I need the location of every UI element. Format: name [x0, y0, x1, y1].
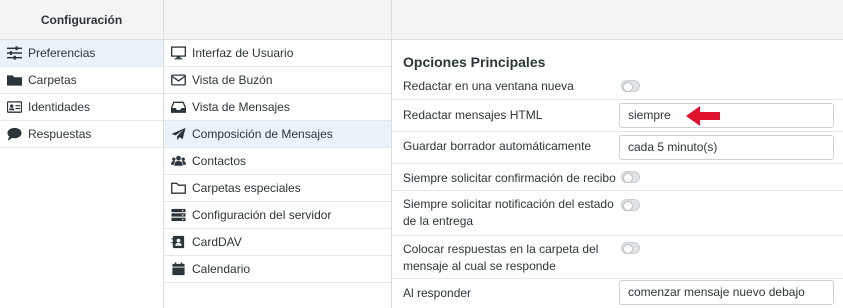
- option-row-reply-mode: Al responder comenzar mensaje nuevo deba…: [392, 279, 843, 308]
- sidebar-item-identidades[interactable]: Identidades: [0, 94, 163, 121]
- option-label: Guardar borrador automáticamente: [403, 139, 592, 153]
- reply-same-folder-toggle[interactable]: [621, 242, 640, 254]
- sidebar-item-label: Identidades: [28, 100, 91, 114]
- option-label: Siempre solicitar notificación del estad…: [403, 197, 614, 228]
- preferences-list: Interfaz de Usuario Vista de Buzón Vista…: [164, 0, 392, 308]
- settings-sidebar: Configuración Preferencias Carpetas Iden…: [0, 0, 164, 308]
- section-item-label: Configuración del servidor: [192, 208, 332, 222]
- option-row-html: Redactar mensajes HTML siempre: [392, 100, 843, 132]
- option-label: Al responder: [403, 286, 472, 300]
- section-item-label: Vista de Mensajes: [192, 100, 290, 114]
- id-card-icon: [6, 100, 22, 114]
- section-item-label: Carpetas especiales: [192, 181, 301, 195]
- red-arrow-pointer: [686, 106, 720, 126]
- dsn-toggle[interactable]: [621, 199, 640, 211]
- users-icon: [170, 154, 186, 168]
- sliders-icon: [6, 46, 22, 60]
- section-item-label: Composición de Mensajes: [192, 127, 333, 141]
- section-item-mensajes[interactable]: Vista de Mensajes: [164, 94, 391, 121]
- section-item-label: CardDAV: [192, 235, 242, 249]
- inbox-icon: [170, 100, 186, 114]
- option-label: Redactar mensajes HTML: [403, 108, 543, 122]
- section-item-buzon[interactable]: Vista de Buzón: [164, 67, 391, 94]
- option-label: Siempre solicitar confirmación de recibo: [403, 171, 616, 185]
- composition-settings-panel: Opciones Principales Redactar en una ven…: [392, 0, 843, 308]
- section-item-label: Contactos: [192, 154, 247, 168]
- section-item-servidor[interactable]: Configuración del servidor: [164, 202, 391, 229]
- section-item-label: Vista de Buzón: [192, 73, 273, 87]
- section-item-carpetas-especiales[interactable]: Carpetas especiales: [164, 175, 391, 202]
- paper-plane-icon: [170, 127, 186, 141]
- section-item-carddav[interactable]: CardDAV: [164, 229, 391, 256]
- read-receipt-toggle[interactable]: [621, 171, 640, 183]
- option-label: Colocar respuestas en la carpeta del men…: [403, 242, 599, 273]
- section-item-contactos[interactable]: Contactos: [164, 148, 391, 175]
- section-item-composicion[interactable]: Composición de Mensajes: [164, 121, 391, 148]
- option-row-read-receipt: Siempre solicitar confirmación de recibo: [392, 164, 843, 191]
- panel-header: [392, 0, 843, 40]
- preferences-header: [164, 0, 391, 40]
- envelope-icon: [170, 73, 186, 87]
- draft-autosave-select[interactable]: cada 5 minuto(s): [619, 135, 834, 160]
- sidebar-item-label: Preferencias: [28, 46, 96, 60]
- sidebar-item-carpetas[interactable]: Carpetas: [0, 67, 163, 94]
- comment-icon: [6, 127, 22, 141]
- monitor-icon: [170, 46, 186, 60]
- section-item-label: Interfaz de Usuario: [192, 46, 294, 60]
- folder-icon: [6, 73, 22, 87]
- option-row-dsn: Siempre solicitar notificación del estad…: [392, 191, 843, 236]
- sidebar-item-preferencias[interactable]: Preferencias: [0, 40, 163, 67]
- section-title: Opciones Principales: [403, 54, 546, 70]
- server-icon: [170, 208, 186, 222]
- option-label: Redactar en una ventana nueva: [403, 79, 574, 93]
- option-row-draft: Guardar borrador automáticamente cada 5 …: [392, 132, 843, 164]
- option-row-new-window: Redactar en una ventana nueva: [392, 72, 843, 100]
- html-compose-select[interactable]: siempre: [619, 103, 834, 128]
- address-card-icon: [170, 235, 186, 249]
- calendar-icon: [170, 262, 186, 276]
- settings-header: Configuración: [0, 0, 163, 40]
- section-item-label: Calendario: [192, 262, 251, 276]
- section-item-calendario[interactable]: Calendario: [164, 256, 391, 283]
- folder-outline-icon: [170, 181, 186, 195]
- reply-mode-select[interactable]: comenzar mensaje nuevo debajo: [619, 280, 834, 305]
- new-window-toggle[interactable]: [621, 80, 640, 92]
- option-row-reply-same-folder: Colocar respuestas en la carpeta del men…: [392, 236, 843, 279]
- sidebar-item-label: Respuestas: [28, 127, 92, 141]
- sidebar-item-respuestas[interactable]: Respuestas: [0, 121, 163, 148]
- sidebar-item-label: Carpetas: [28, 73, 77, 87]
- section-item-interfaz[interactable]: Interfaz de Usuario: [164, 40, 391, 67]
